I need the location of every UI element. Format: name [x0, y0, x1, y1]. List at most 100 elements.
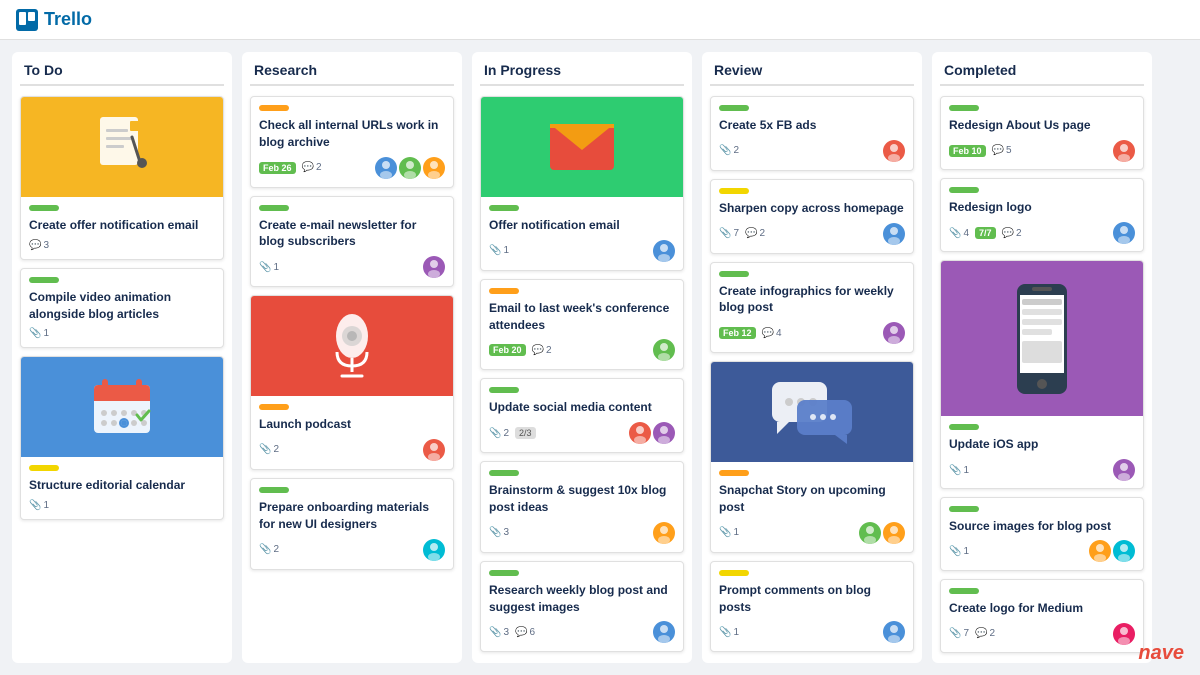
card-meta: 💬 3 — [29, 240, 215, 251]
card-meta: 📎 1 — [719, 621, 905, 643]
avatar — [653, 621, 675, 643]
card[interactable]: Offer notification email📎 1 — [480, 96, 684, 271]
card[interactable]: Create 5x FB ads📎 2 — [710, 96, 914, 171]
card-meta: 📎 22/3 — [489, 422, 675, 444]
card-meta: Feb 12💬 4 — [719, 322, 905, 344]
avatar — [399, 157, 421, 179]
trello-logo[interactable]: Trello — [16, 9, 92, 31]
date-badge: Feb 12 — [719, 327, 756, 339]
card[interactable]: Update iOS app📎 1 — [940, 260, 1144, 488]
attachment-icon: 📎 — [949, 228, 961, 239]
card[interactable]: Email to last week's conference attendee… — [480, 279, 684, 371]
avatar-row — [653, 522, 675, 544]
comment-icon: 💬 — [745, 228, 757, 239]
card[interactable]: Redesign About Us pageFeb 10💬 5 — [940, 96, 1144, 170]
comment-icon: 💬 — [532, 345, 544, 356]
attachment-meta: 📎 3 — [489, 627, 509, 638]
card-body: Compile video animation alongside blog a… — [21, 269, 223, 348]
date-badge: Feb 20 — [489, 344, 526, 356]
card-title: Compile video animation alongside blog a… — [29, 289, 215, 323]
card-body: Launch podcast📎 2 — [251, 396, 453, 469]
column-in-progress: In Progress Offer notification email📎 1E… — [472, 52, 692, 663]
avatar — [653, 522, 675, 544]
card-title: Snapchat Story on upcoming post — [719, 482, 905, 516]
card[interactable]: Prompt comments on blog posts 📎 1 — [710, 561, 914, 653]
card[interactable]: Redesign logo📎 47/7💬 2 — [940, 178, 1144, 252]
card-image — [21, 97, 223, 197]
attachment-meta: 📎 2 — [259, 444, 279, 455]
card-label — [489, 470, 519, 476]
avatar-row — [423, 539, 445, 561]
card-title: Email to last week's conference attendee… — [489, 300, 675, 334]
attachment-icon: 📎 — [949, 546, 961, 557]
attachment-icon: 📎 — [259, 444, 271, 455]
trello-icon — [16, 9, 38, 31]
attachment-icon: 📎 — [719, 627, 731, 638]
attachment-meta: 📎 1 — [29, 328, 49, 339]
avatar-row — [375, 157, 445, 179]
comments-meta: 💬 6 — [515, 627, 535, 638]
card-label — [489, 288, 519, 294]
card-body: Email to last week's conference attendee… — [481, 280, 683, 370]
avatar — [1113, 222, 1135, 244]
card-meta: 📎 7💬 2 — [949, 623, 1135, 645]
card-meta: 📎 2 — [259, 439, 445, 461]
card[interactable]: Snapchat Story on upcoming post 📎 1 — [710, 361, 914, 553]
card-body: Redesign logo📎 47/7💬 2 — [941, 179, 1143, 252]
card-title: Create e-mail newsletter for blog subscr… — [259, 217, 445, 251]
avatar — [1113, 540, 1135, 562]
attachment-icon: 📎 — [259, 262, 271, 273]
card-title: Create 5x FB ads — [719, 117, 905, 134]
nave-logo: nave — [1138, 642, 1184, 665]
card[interactable]: Launch podcast📎 2 — [250, 295, 454, 470]
card-title: Source images for blog post — [949, 518, 1135, 535]
card[interactable]: Check all internal URLs work in blog arc… — [250, 96, 454, 188]
card[interactable]: Structure editorial calendar 📎 1 — [20, 356, 224, 520]
avatar-row — [629, 422, 675, 444]
card[interactable]: Create logo for Medium📎 7💬 2 — [940, 579, 1144, 653]
card[interactable]: Create e-mail newsletter for blog subscr… — [250, 196, 454, 288]
comment-icon: 💬 — [1002, 228, 1014, 239]
avatar — [1089, 540, 1111, 562]
attachment-meta: 📎 1 — [489, 245, 509, 256]
card[interactable]: Prepare onboarding materials for new UI … — [250, 478, 454, 570]
avatar — [423, 539, 445, 561]
card-title: Create offer notification email — [29, 217, 215, 234]
avatar — [653, 422, 675, 444]
card-meta: 📎 1 — [29, 500, 215, 511]
card[interactable]: Research weekly blog post and suggest im… — [480, 561, 684, 653]
card-label — [949, 105, 979, 111]
card-label — [719, 470, 749, 476]
card-label — [949, 506, 979, 512]
card-body: Create e-mail newsletter for blog subscr… — [251, 197, 453, 287]
card-label — [29, 465, 59, 471]
attachment-meta: 📎 3 — [489, 527, 509, 538]
card[interactable]: Create offer notification email 💬 3 — [20, 96, 224, 260]
column-review: ReviewCreate 5x FB ads📎 2Sharpen copy ac… — [702, 52, 922, 663]
card-label — [489, 387, 519, 393]
card[interactable]: Brainstorm & suggest 10x blog post ideas… — [480, 461, 684, 553]
card[interactable]: Compile video animation alongside blog a… — [20, 268, 224, 349]
card-title: Prompt comments on blog posts — [719, 582, 905, 616]
date-badge: Feb 10 — [949, 145, 986, 157]
avatar — [1113, 140, 1135, 162]
card[interactable]: Sharpen copy across homepage📎 7💬 2 — [710, 179, 914, 254]
logo-text: Trello — [44, 9, 92, 30]
card-title: Structure editorial calendar — [29, 477, 215, 494]
avatar — [883, 322, 905, 344]
card-label — [489, 570, 519, 576]
card-body: Create infographics for weekly blog post… — [711, 263, 913, 353]
card[interactable]: Source images for blog post📎 1 — [940, 497, 1144, 571]
attachment-meta: 📎 7 — [719, 228, 739, 239]
progress-badge: 2/3 — [515, 427, 536, 439]
avatar — [1113, 623, 1135, 645]
card[interactable]: Update social media content📎 22/3 — [480, 378, 684, 453]
attachment-meta: 📎 1 — [719, 527, 739, 538]
card-label — [719, 105, 749, 111]
card-meta: 📎 2 — [259, 539, 445, 561]
card-body: Update iOS app📎 1 — [941, 416, 1143, 488]
card-label — [949, 424, 979, 430]
card-title: Redesign About Us page — [949, 117, 1135, 134]
avatar — [653, 339, 675, 361]
card[interactable]: Create infographics for weekly blog post… — [710, 262, 914, 354]
